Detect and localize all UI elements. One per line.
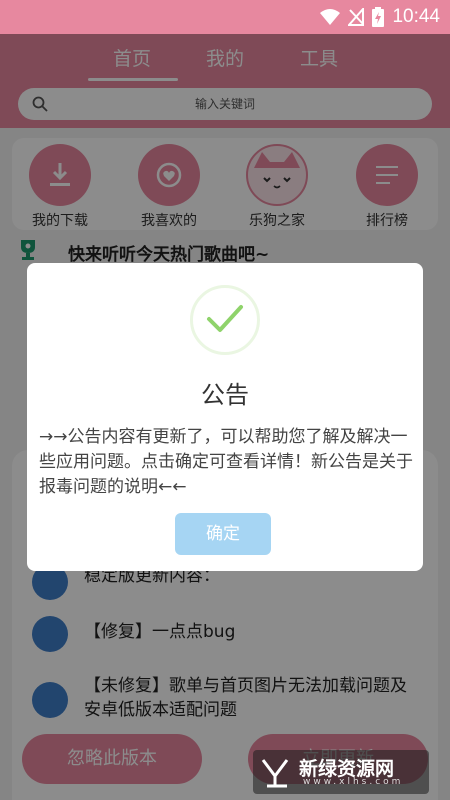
success-icon	[190, 285, 260, 355]
wifi-icon	[320, 9, 341, 25]
watermark-logo: 新绿资源网 www.xlhs.com	[253, 750, 429, 794]
status-icons: 10:44	[320, 6, 440, 28]
dialog-body: →→公告内容有更新了，可以帮助您了解及解决一些应用问题。点击确定可查看详情！新公…	[39, 427, 413, 497]
clock: 10:44	[392, 6, 440, 27]
watermark-mark-icon	[261, 759, 289, 788]
watermark-subtext: www.xlhs.com	[303, 777, 404, 787]
signal-icon	[348, 8, 365, 26]
status-bar: 10:44	[0, 0, 450, 34]
battery-icon	[372, 7, 385, 27]
confirm-button[interactable]: 确定	[175, 513, 271, 555]
dialog-title: 公告	[201, 381, 249, 409]
announcement-dialog: 公告 →→公告内容有更新了，可以帮助您了解及解决一些应用问题。点击确定可查看详情…	[27, 263, 423, 571]
